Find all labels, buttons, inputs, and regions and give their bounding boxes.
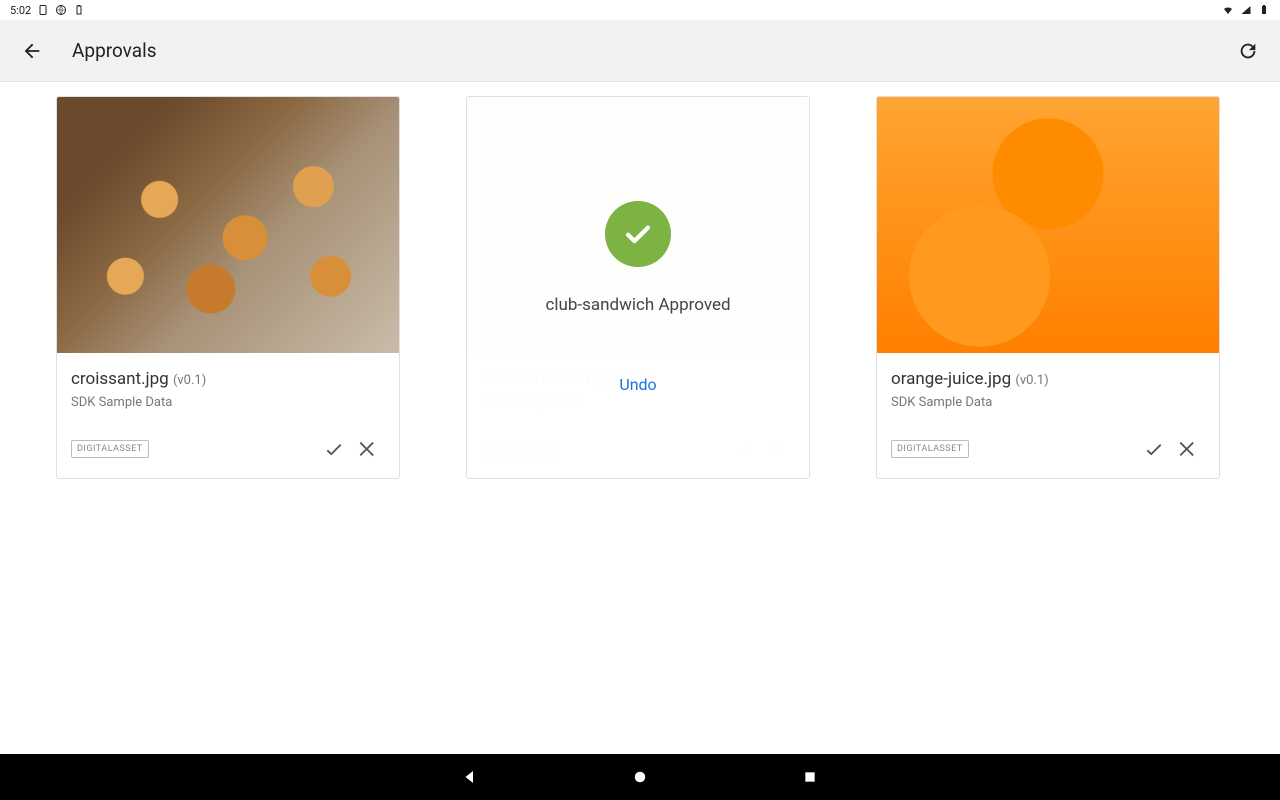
asset-tag: DIGITALASSET bbox=[71, 440, 149, 458]
undo-button[interactable]: Undo bbox=[619, 375, 656, 394]
back-button[interactable] bbox=[20, 39, 44, 63]
asset-subtitle: SDK Sample Data bbox=[891, 395, 1205, 410]
asset-card: orange-juice.jpg (v0.1) SDK Sample Data … bbox=[876, 96, 1220, 479]
approve-button[interactable] bbox=[317, 432, 351, 466]
status-wifi-icon bbox=[1222, 4, 1234, 16]
reject-button[interactable] bbox=[351, 432, 385, 466]
asset-version: (v0.1) bbox=[1015, 373, 1048, 388]
refresh-button[interactable] bbox=[1236, 39, 1260, 63]
approve-button[interactable] bbox=[1137, 432, 1171, 466]
approved-overlay: club-sandwich Approved Undo bbox=[467, 97, 809, 478]
check-circle-icon bbox=[605, 201, 671, 267]
status-notification-icon bbox=[37, 4, 49, 16]
status-signal-icon bbox=[1240, 4, 1252, 16]
card-grid: croissant.jpg (v0.1) SDK Sample Data DIG… bbox=[0, 82, 1280, 493]
android-nav-bar bbox=[0, 754, 1280, 800]
status-battery-right-icon bbox=[1258, 4, 1270, 16]
asset-filename: orange-juice.jpg (v0.1) bbox=[891, 369, 1205, 389]
asset-version: (v0.1) bbox=[173, 373, 206, 388]
nav-recent-button[interactable] bbox=[800, 767, 820, 787]
status-battery-icon bbox=[73, 4, 85, 16]
app-bar: Approvals bbox=[0, 20, 1280, 82]
android-status-bar: 5:02 bbox=[0, 0, 1280, 20]
asset-tag: DIGITALASSET bbox=[891, 440, 969, 458]
asset-subtitle: SDK Sample Data bbox=[71, 395, 385, 410]
status-time: 5:02 bbox=[10, 4, 31, 17]
status-globe-icon bbox=[55, 4, 67, 16]
nav-home-button[interactable] bbox=[630, 767, 650, 787]
asset-thumbnail[interactable] bbox=[877, 97, 1219, 353]
approved-message: club-sandwich Approved bbox=[545, 295, 730, 315]
asset-card: croissant.jpg (v0.1) SDK Sample Data DIG… bbox=[56, 96, 400, 479]
nav-back-button[interactable] bbox=[460, 767, 480, 787]
asset-thumbnail[interactable] bbox=[57, 97, 399, 353]
page-title: Approvals bbox=[72, 39, 1236, 62]
asset-card: club-sandwich.jpg (v0.1) SDK Sample Data… bbox=[466, 96, 810, 479]
asset-filename: croissant.jpg (v0.1) bbox=[71, 369, 385, 389]
reject-button[interactable] bbox=[1171, 432, 1205, 466]
